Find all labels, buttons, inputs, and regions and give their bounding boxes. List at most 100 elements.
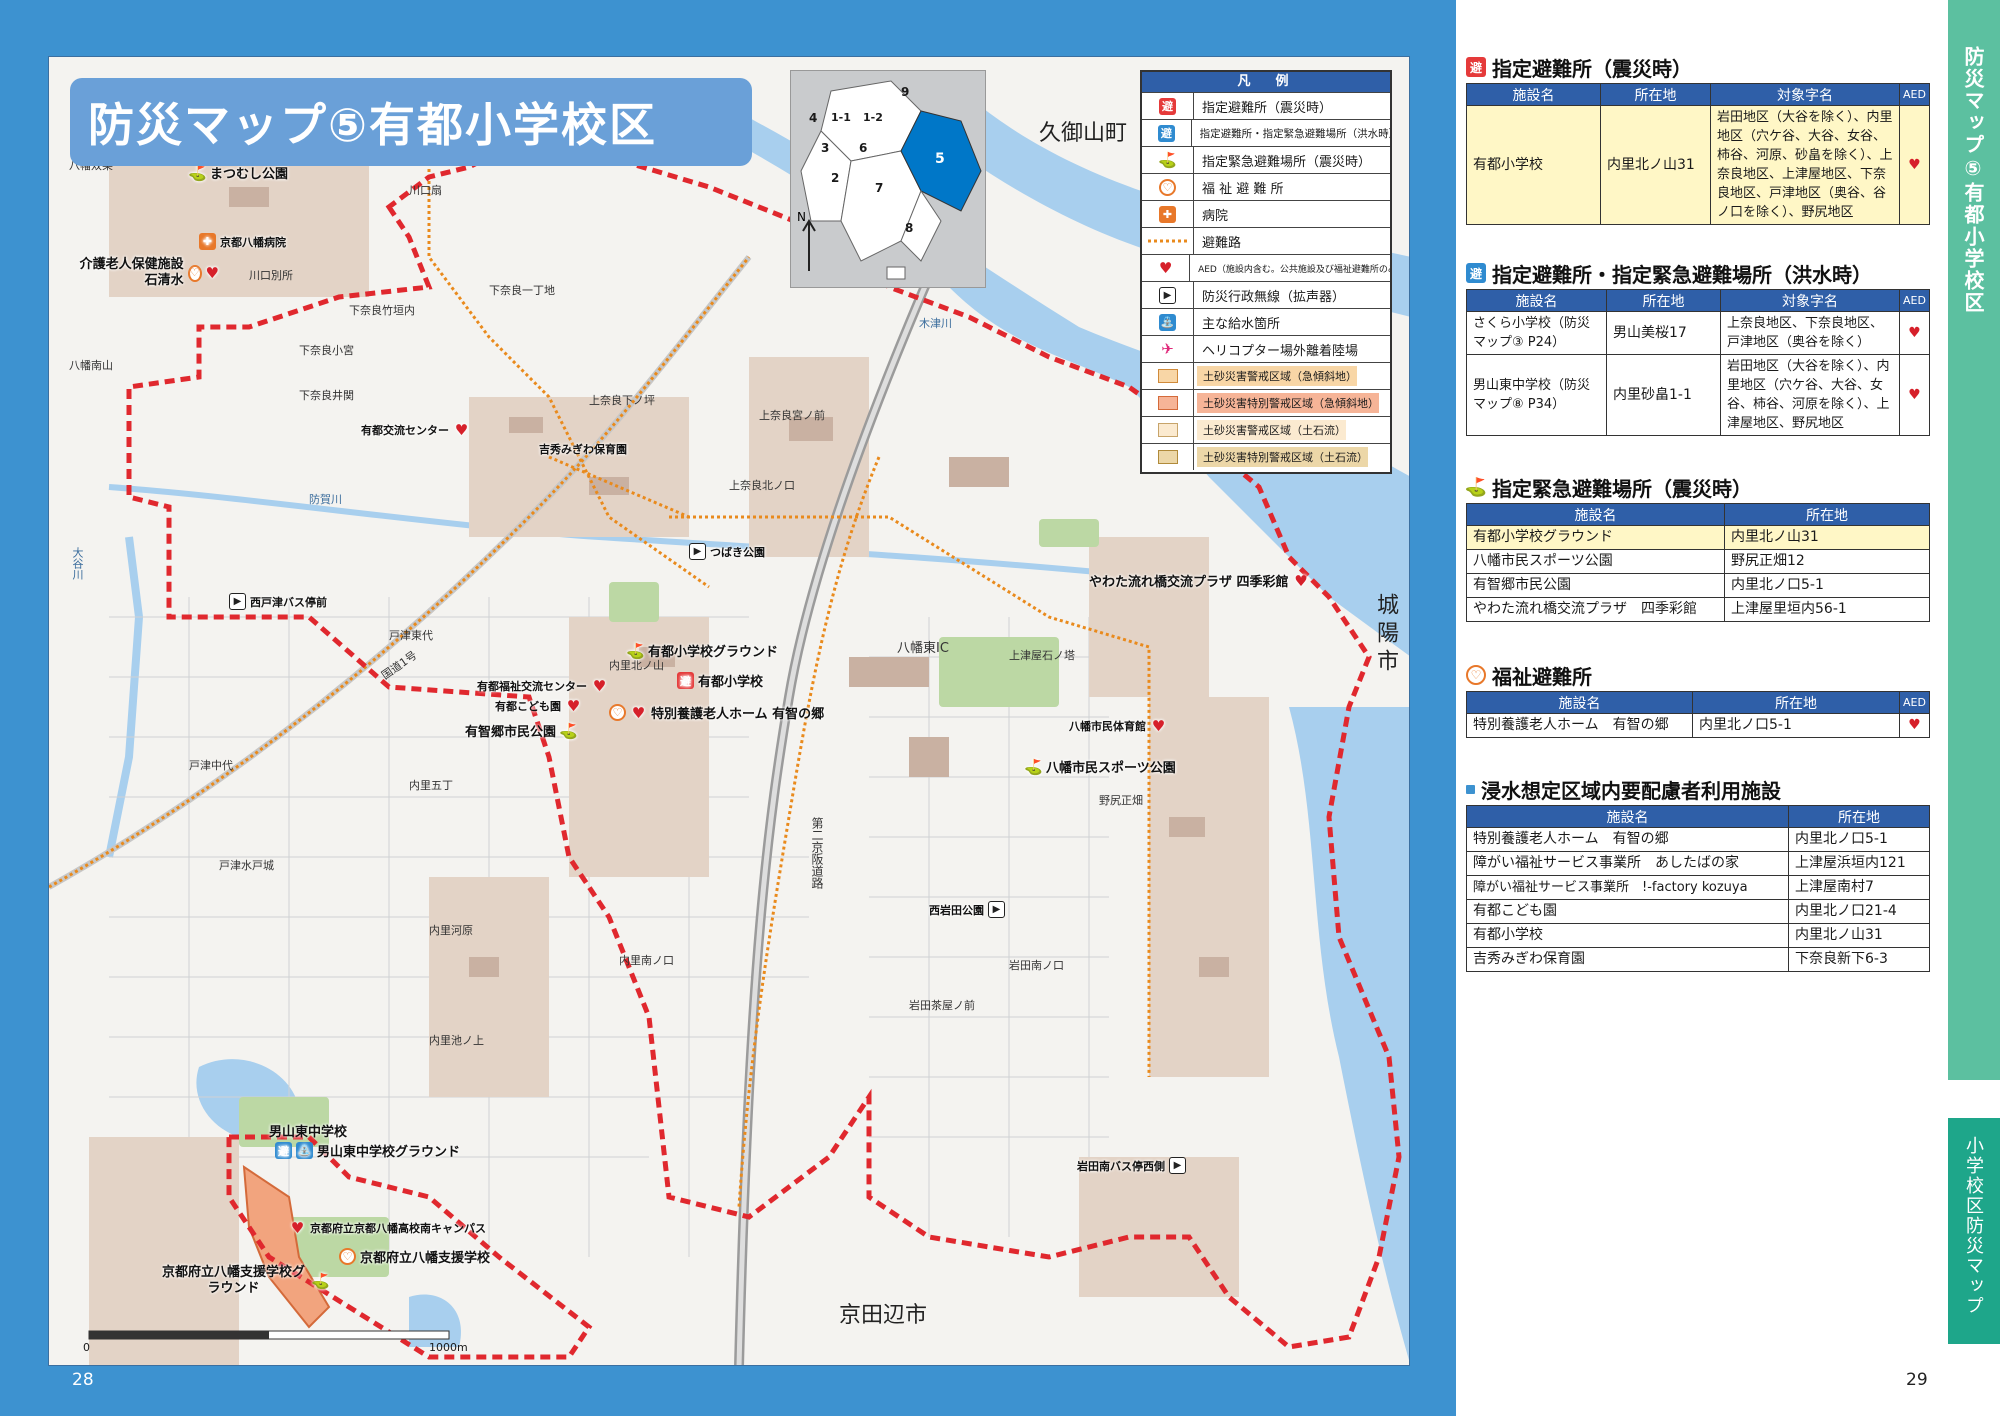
facility-uchinosato[interactable]: ♡ ♥ 特別養護老人ホーム 有智の郷 xyxy=(609,703,824,722)
facility-tsubaki-park[interactable]: ▶ つばき公園 xyxy=(689,543,765,560)
facility-address: 内里北ノ口5-1 xyxy=(1692,713,1900,738)
legend-row: 土砂災害特別警戒区域（土石流） xyxy=(1142,443,1390,470)
col-header: AED xyxy=(1899,289,1930,312)
inset-label: 9 xyxy=(901,85,910,99)
facility-label: 京都府立八幡支援学校 xyxy=(360,1251,491,1266)
table-row: 八幡市民スポーツ公園 野尻正畑12 xyxy=(1466,549,1930,574)
side-tab-school-maps-label: 小学校区防災マップ xyxy=(1963,1136,1984,1316)
side-tab-map-label: 防災マップ⑤有都小学校区 xyxy=(1961,46,1985,314)
facility-yawata-high[interactable]: ♥ 京都府立京都八幡高校南キャンパス xyxy=(289,1218,486,1237)
facility-otokoyama-ground-icons[interactable]: 避 ⛲ 男山東中学校グラウンド xyxy=(275,1141,460,1160)
facility-otokoyama-higashi[interactable]: 男山東中学校 xyxy=(269,1121,347,1140)
facility-address: 内里北ノ山31 xyxy=(1600,105,1711,225)
place-label: 野尻正畑 xyxy=(1099,794,1143,807)
facility-label: 八幡市民体育館 xyxy=(1069,719,1146,733)
section-flood-shelter: 避 指定避難所・指定緊急避難場所（洪水時） 施設名 所在地 対象字名 AED さ… xyxy=(1466,260,1930,436)
aed-icon: ♥ xyxy=(1899,105,1930,225)
place-label: 川口別所 xyxy=(249,269,293,282)
table-row: 有都小学校 内里北ノ山31 xyxy=(1466,923,1930,948)
facility-arito-school[interactable]: 避 有都小学校 xyxy=(677,671,763,690)
evacuation-ground-icon: ⛳ xyxy=(311,1272,330,1290)
water-supply-icon: ⛲ xyxy=(1159,313,1176,331)
col-header: AED xyxy=(1899,83,1930,106)
legend-label: 防災行政無線（拡声器） xyxy=(1202,289,1346,305)
table-row: 障がい福祉サービス事業所 !-factory kozuya 上津屋南村7 xyxy=(1466,875,1930,900)
aed-icon: ♥ xyxy=(631,703,646,722)
care-facilities-table: 施設名 所在地 特別養護老人ホーム 有智の郷 内里北ノ口5-1 障がい福祉サービ… xyxy=(1466,805,1930,972)
welfare-shelter-icon: ♡ xyxy=(1159,178,1176,196)
table-row: 吉秀みぎわ保育園 下奈良新下6-3 xyxy=(1466,947,1930,972)
facility-label: 西岩田公園 xyxy=(929,903,984,917)
facility-gymnasium[interactable]: 八幡市民体育館 ♥ xyxy=(1069,717,1167,735)
facility-iwata-bus[interactable]: 岩田南バス停西側 ▶ xyxy=(1077,1157,1186,1174)
speaker-icon: ▶ xyxy=(689,543,706,560)
inset-locator-map: N 4 1-1 1-2 9 3 6 5 2 7 8 xyxy=(790,70,986,288)
legend-label: 土砂災害特別警戒区域（急傾斜地） xyxy=(1197,393,1379,413)
section-care-facilities: 浸水想定区域内要配慮者利用施設 施設名 所在地 特別養護老人ホーム 有智の郷 内… xyxy=(1466,776,1930,972)
flood-shelter-icon: 避 xyxy=(275,1142,292,1159)
aed-icon: ♥ xyxy=(290,1218,305,1237)
legend-label: 指定避難所・指定緊急避難場所（洪水時） xyxy=(1199,127,1390,140)
facility-arito-center[interactable]: 有都交流センター ♥ xyxy=(361,420,470,439)
facility-shikisaikan[interactable]: やわた流れ橋交流プラザ 四季彩館 ♥ xyxy=(1089,571,1310,591)
facility-nishiiwata-park[interactable]: 西岩田公園 ▶ xyxy=(929,901,1005,918)
evacuation-ground-icon: ⛳ xyxy=(188,163,207,182)
table-row: 男山東中学校（防災マップ⑧ P34） 内里砂畠1-1 岩田地区（大谷を除く）、内… xyxy=(1466,354,1930,436)
shelter-icon: 避 xyxy=(1159,97,1176,115)
welfare-shelter-icon: ♡ xyxy=(609,704,626,721)
page-title: 防災マップ⑤有都小学校区 xyxy=(88,98,657,152)
facility-label: 有都小学校 xyxy=(698,675,764,690)
inset-label: 3 xyxy=(821,141,830,155)
facility-welfare-center[interactable]: 有都福祉交流センター ♥ xyxy=(477,677,608,695)
table-row: 有都小学校 内里北ノ山31 岩田地区（大谷を除く）、内里地区（穴ケ谷、大谷、女谷… xyxy=(1466,105,1930,225)
facility-hospital[interactable]: ✚ 京都八幡病院 xyxy=(199,233,286,250)
section-title-text: 指定避難所・指定緊急避難場所（洪水時） xyxy=(1492,262,1872,287)
legend-row: 土砂災害警戒区域（土石流） xyxy=(1142,416,1390,443)
place-label: 下奈良一丁地 xyxy=(489,284,555,297)
facility-name: 特別養護老人ホーム 有智の郷 xyxy=(1466,713,1693,738)
inset-label: 2 xyxy=(831,171,840,185)
legend-row: ✈ ヘリコプター場外離着陸場 xyxy=(1142,335,1390,362)
legend-row: 避 指定避難所・指定緊急避難場所（洪水時） xyxy=(1142,119,1390,146)
facility-label: 男山東中学校グラウンド xyxy=(317,1145,461,1160)
section-title-text: 福祉避難所 xyxy=(1492,664,1592,689)
warning-zone-icon xyxy=(1157,369,1178,383)
facility-label: 有都福祉交流センター xyxy=(477,679,587,693)
facility-yoshihide-nursery[interactable]: 吉秀みぎわ保育園 xyxy=(539,441,627,457)
aed-icon: ♥ xyxy=(454,420,469,439)
facility-name: さくら小学校（防災マップ③ P24） xyxy=(1466,311,1607,355)
facility-shien-ground[interactable]: 京都府立八幡支援学校グラウンド ⛳ xyxy=(159,1265,330,1297)
facility-name: 特別養護老人ホーム 有智の郷 xyxy=(1466,827,1789,852)
inset-label-highlight: 5 xyxy=(935,151,945,167)
facility-address: 上津屋浜垣内121 xyxy=(1788,851,1930,876)
facility-uchigo-park[interactable]: 有智郷市民公園 ⛳ xyxy=(465,721,578,741)
neighbor-joyo: 城陽市 xyxy=(1373,593,1398,677)
facility-name: 障がい福祉サービス事業所 あしたばの家 xyxy=(1466,851,1789,876)
helipad-icon: ✈ xyxy=(1161,340,1174,358)
col-header: 所在地 xyxy=(1600,83,1711,106)
facility-nishitotsu-bus[interactable]: ▶ 西戸津バス停前 xyxy=(229,593,327,610)
section-title-text: 指定緊急避難場所（震災時） xyxy=(1492,476,1752,501)
section-welfare: ♡ 福祉避難所 施設名 所在地 AED 特別養護老人ホーム 有智の郷 内里北ノ口… xyxy=(1466,662,1930,738)
legend-row: ⛳ 指定緊急避難場所（震災時） xyxy=(1142,146,1390,173)
facility-iwashimizu[interactable]: 介護老人保健施設石清水 ♡ ♥ xyxy=(79,257,219,289)
aed-icon: ♥ xyxy=(205,264,219,282)
col-header: AED xyxy=(1899,691,1930,714)
legend-label: 土砂災害警戒区域（土石流） xyxy=(1197,420,1346,440)
inset-map-graphic: N xyxy=(797,80,982,280)
facility-shien-school[interactable]: ♡ 京都府立八幡支援学校 xyxy=(339,1247,490,1266)
facility-address: 内里北ノ口5-1 xyxy=(1724,573,1930,598)
river-east xyxy=(1289,707,1409,1361)
section-title: ⛳ 指定緊急避難場所（震災時） xyxy=(1465,474,1930,501)
legend-row: 土砂災害特別警戒区域（急傾斜地） xyxy=(1142,389,1390,416)
facility-address: 上津屋南村7 xyxy=(1788,875,1930,900)
shelter-icon: 避 xyxy=(677,672,694,689)
facility-sports-park[interactable]: ⛳ 八幡市民スポーツ公園 xyxy=(1024,757,1176,777)
aed-icon: ♥ xyxy=(566,696,581,715)
facility-kodomo-en[interactable]: 有都こども園 ♥ xyxy=(495,696,582,715)
facility-name: 有都小学校 xyxy=(1466,923,1789,948)
river-label-bofuka: 防賀川 xyxy=(309,493,342,506)
facility-arito-school-ground[interactable]: ⛳ 有都小学校グラウンド xyxy=(626,641,778,661)
hospital-icon: ✚ xyxy=(199,233,216,250)
facility-address: 男山美桜17 xyxy=(1606,311,1721,355)
